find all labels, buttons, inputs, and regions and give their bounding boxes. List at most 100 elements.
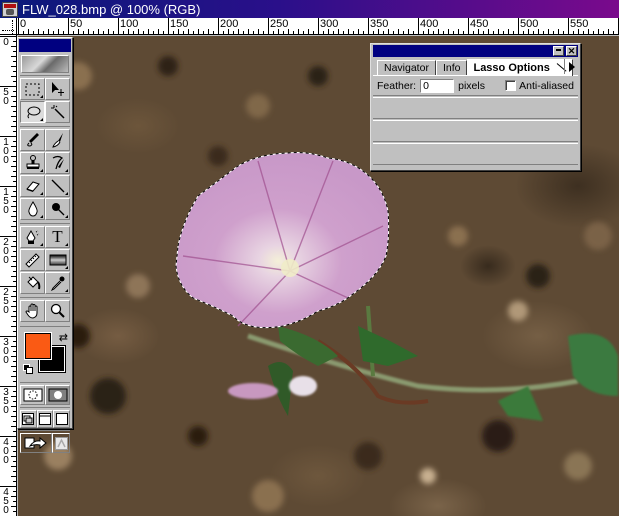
- ruler-tick: [423, 31, 424, 34]
- type-icon: T: [52, 227, 63, 246]
- zoom-tool[interactable]: [45, 300, 70, 322]
- type-tool[interactable]: T: [45, 226, 70, 248]
- marquee-tool[interactable]: [20, 78, 45, 100]
- horizontal-ruler[interactable]: 0 50 100 150 200 250 300 350 400 450 500 550: [17, 18, 619, 35]
- ruler-tick: [28, 29, 29, 34]
- blur-tool[interactable]: [20, 198, 45, 220]
- ruler-label: 450: [3, 487, 9, 516]
- ruler-tick: [13, 141, 16, 142]
- app-icon[interactable]: [2, 1, 18, 17]
- ruler-tick: [308, 29, 309, 34]
- adobe-logo[interactable]: [21, 55, 69, 73]
- tool-group-vector: T: [20, 223, 70, 295]
- dodge-icon: [51, 203, 64, 216]
- ruler-tick: [83, 31, 84, 34]
- measure-tool[interactable]: [20, 249, 45, 271]
- default-colors-icon[interactable]: [23, 364, 33, 374]
- close-icon[interactable]: ✕: [566, 46, 577, 56]
- ruler-tick: [413, 31, 414, 34]
- lasso-tool[interactable]: [20, 101, 45, 123]
- palette-menu-arrow-icon[interactable]: [564, 59, 578, 74]
- ruler-tick: [223, 31, 224, 34]
- toolbox: T ⇄: [17, 37, 73, 453]
- standard-mode-icon: [23, 388, 42, 402]
- ruler-tick: [11, 476, 16, 477]
- palette-tabs: Navigator Info Lasso Options: [373, 59, 578, 76]
- screen-mode-controls: [20, 407, 71, 428]
- toolbox-title-bar[interactable]: [19, 39, 71, 52]
- airbrush-tool[interactable]: [20, 129, 45, 151]
- ruler-tick: [218, 18, 219, 34]
- ruler-tick: [13, 101, 16, 102]
- paintbrush-icon: [51, 133, 63, 148]
- paint-bucket-tool[interactable]: [20, 272, 45, 294]
- gradient-tool[interactable]: [45, 249, 70, 271]
- tab-info[interactable]: Info: [435, 60, 468, 75]
- ruler-tick: [103, 31, 104, 34]
- vertical-ruler[interactable]: 0 50 100 150 200 250 300 350 400 450: [0, 35, 17, 516]
- ruler-tick: [108, 29, 109, 34]
- swap-colors-icon[interactable]: ⇄: [59, 331, 68, 344]
- ruler-tick: [13, 441, 16, 442]
- ruler-tick: [13, 481, 16, 482]
- ruler-tick: [463, 31, 464, 34]
- ruler-tick: [13, 341, 16, 342]
- ruler-tick: [11, 366, 16, 367]
- magic-wand-tool[interactable]: [45, 101, 70, 123]
- ruler-label: 250: [270, 18, 289, 30]
- palette-title-bar[interactable]: ✕: [373, 45, 578, 57]
- dodge-tool[interactable]: [45, 198, 70, 220]
- ruler-tick: [548, 29, 549, 34]
- ruler-tick: [11, 276, 16, 277]
- ruler-tick: [13, 391, 16, 392]
- ruler-tick: [593, 31, 594, 34]
- ruler-tick: [13, 411, 16, 412]
- ruler-tick: [193, 31, 194, 34]
- minimize-icon[interactable]: [553, 46, 564, 56]
- imageready-button[interactable]: [52, 433, 70, 453]
- more-tools-indicator: [40, 192, 43, 195]
- ruler-tick: [13, 471, 16, 472]
- anti-aliased-checkbox-box[interactable]: [505, 80, 517, 91]
- rubber-stamp-tool[interactable]: [20, 152, 45, 174]
- standard-mode-button[interactable]: [20, 385, 45, 405]
- more-tools-indicator: [65, 266, 68, 269]
- ruler-label: 0: [20, 18, 27, 30]
- document-title-bar[interactable]: FLW_028.bmp @ 100% (RGB): [0, 0, 619, 18]
- pencil-tool[interactable]: [45, 175, 70, 197]
- ruler-tick: [373, 31, 374, 34]
- ruler-tick: [573, 31, 574, 34]
- eraser-tool[interactable]: [20, 175, 45, 197]
- feather-input[interactable]: [420, 78, 455, 93]
- full-screen-menu-mode-button[interactable]: [36, 410, 54, 428]
- full-screen-mode-button[interactable]: [53, 410, 71, 428]
- history-brush-tool[interactable]: [45, 152, 70, 174]
- ruler-tick: [203, 31, 204, 34]
- foreground-color-swatch[interactable]: [24, 332, 52, 360]
- move-tool[interactable]: [45, 78, 70, 100]
- ruler-tick: [318, 18, 319, 34]
- paintbrush-tool[interactable]: [45, 129, 70, 151]
- ruler-tick: [508, 29, 509, 34]
- pen-tool[interactable]: [20, 226, 45, 248]
- quick-mask-mode-button[interactable]: [45, 385, 70, 405]
- standard-screen-mode-button[interactable]: [20, 410, 37, 428]
- ruler-tick: [173, 31, 174, 34]
- ruler-tick: [313, 31, 314, 34]
- eyedropper-tool[interactable]: [45, 272, 70, 294]
- ruler-tick: [11, 176, 16, 177]
- ruler-tick: [43, 31, 44, 34]
- ruler-tick: [13, 431, 16, 432]
- ruler-tick: [163, 31, 164, 34]
- jump-to-imageready-button[interactable]: [20, 433, 52, 453]
- ruler-tick: [433, 31, 434, 34]
- ruler-tick: [13, 191, 16, 192]
- tab-lasso-options[interactable]: Lasso Options: [467, 59, 573, 76]
- ruler-origin[interactable]: [0, 18, 17, 35]
- ruler-tick: [343, 31, 344, 34]
- anti-aliased-checkbox[interactable]: Anti-aliased: [505, 80, 574, 92]
- ruler-label: 300: [3, 337, 9, 366]
- hand-tool[interactable]: [20, 300, 45, 322]
- ruler-tick: [248, 29, 249, 34]
- tab-navigator[interactable]: Navigator: [377, 60, 436, 75]
